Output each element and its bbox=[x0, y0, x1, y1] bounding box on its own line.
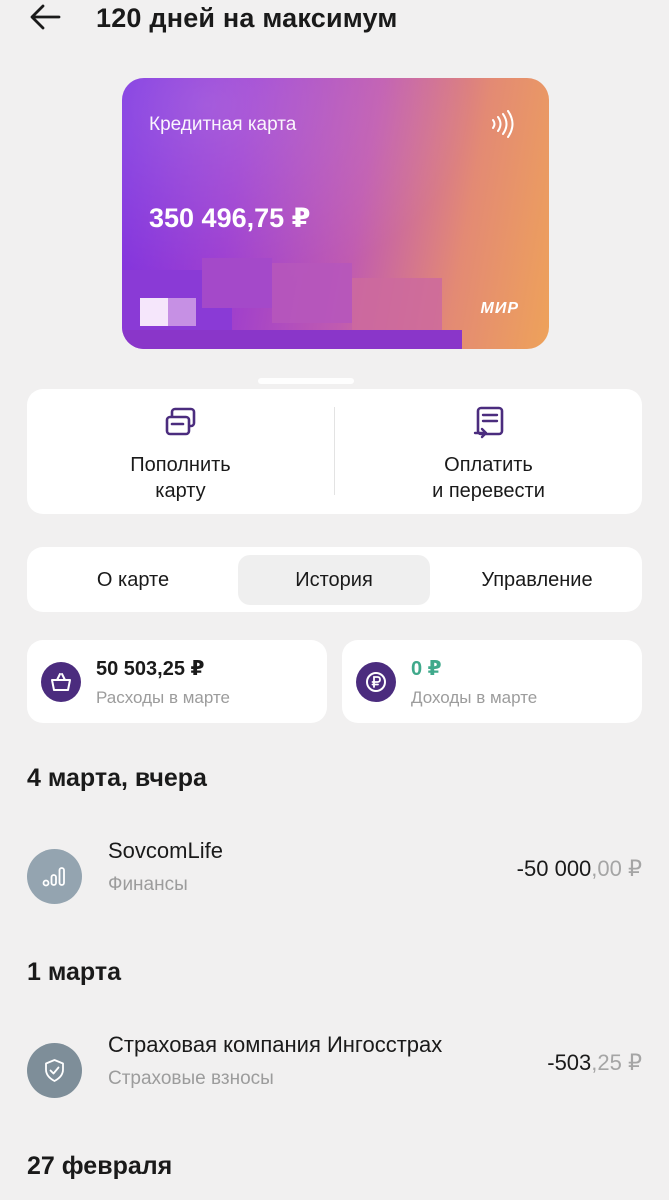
card-topup-icon bbox=[165, 407, 195, 436]
card-balance: 350 496,75 ₽ bbox=[149, 203, 311, 233]
back-button[interactable] bbox=[28, 2, 68, 34]
date-heading: 4 марта, вчера bbox=[27, 764, 207, 792]
top-up-card-button[interactable]: Пополнить карту bbox=[27, 389, 334, 514]
date-heading: 27 февраля bbox=[27, 1152, 173, 1180]
transaction-amount: -503,25 ₽ bbox=[547, 1050, 642, 1076]
card-actions-panel: Пополнить карту Оплатить и перевести bbox=[27, 389, 642, 514]
transaction-category: Финансы bbox=[108, 874, 188, 895]
transaction-amount: -50 000,00 ₽ bbox=[517, 856, 642, 882]
tab-about-card[interactable]: О карте bbox=[35, 555, 231, 605]
header: 120 дней на максимум bbox=[0, 0, 669, 40]
income-amount: 0 ₽ bbox=[411, 658, 442, 680]
tab-history[interactable]: История bbox=[238, 555, 430, 605]
transaction-merchant: SovcomLife bbox=[108, 838, 223, 863]
bar-chart-icon bbox=[27, 849, 82, 904]
date-heading: 1 марта bbox=[27, 958, 122, 986]
pay-transfer-icon bbox=[473, 406, 503, 439]
pay-and-transfer-button[interactable]: Оплатить и перевести bbox=[335, 389, 642, 514]
amount-integer: -50 000 bbox=[516, 856, 592, 881]
ruble-icon bbox=[356, 662, 396, 702]
shield-check-icon bbox=[27, 1043, 82, 1098]
income-summary[interactable]: 0 ₽ Доходы в марте bbox=[342, 640, 642, 723]
contactless-icon bbox=[492, 110, 514, 138]
expenses-summary[interactable]: 50 503,25 ₽ Расходы в марте bbox=[27, 640, 327, 723]
pay-and-transfer-label: Оплатить и перевести bbox=[432, 454, 545, 502]
basket-icon bbox=[41, 662, 81, 702]
transaction-row[interactable]: Страховая компания Ингосстрах Страховые … bbox=[0, 1028, 669, 1108]
amount-fraction: ,25 ₽ bbox=[591, 1050, 642, 1075]
amount-integer: -503 bbox=[547, 1050, 592, 1075]
card-pager-indicator bbox=[258, 378, 354, 384]
credit-card[interactable]: Кредитная карта 350 496,75 ₽ МИР bbox=[122, 78, 549, 349]
top-up-card-label: Пополнить карту bbox=[130, 454, 231, 502]
arrow-left-icon bbox=[30, 4, 61, 30]
card-history-screen: 120 дней на максимум Кредитная карта 350… bbox=[0, 0, 669, 1200]
tab-management[interactable]: Управление bbox=[437, 555, 637, 605]
transaction-category: Страховые взносы bbox=[108, 1068, 274, 1089]
expenses-caption: Расходы в марте bbox=[96, 688, 231, 707]
card-type-label: Кредитная карта bbox=[149, 114, 297, 135]
amount-fraction: ,00 ₽ bbox=[591, 856, 642, 881]
income-caption: Доходы в марте bbox=[411, 688, 538, 707]
mir-logo: МИР bbox=[480, 300, 519, 317]
transaction-merchant: Страховая компания Ингосстрах bbox=[108, 1032, 443, 1057]
expenses-amount: 50 503,25 ₽ bbox=[96, 658, 205, 680]
page-title: 120 дней на максимум bbox=[96, 3, 398, 33]
transaction-row[interactable]: SovcomLife Финансы -50 000,00 ₽ bbox=[0, 834, 669, 914]
card-tabs: О карте История Управление bbox=[27, 547, 642, 612]
